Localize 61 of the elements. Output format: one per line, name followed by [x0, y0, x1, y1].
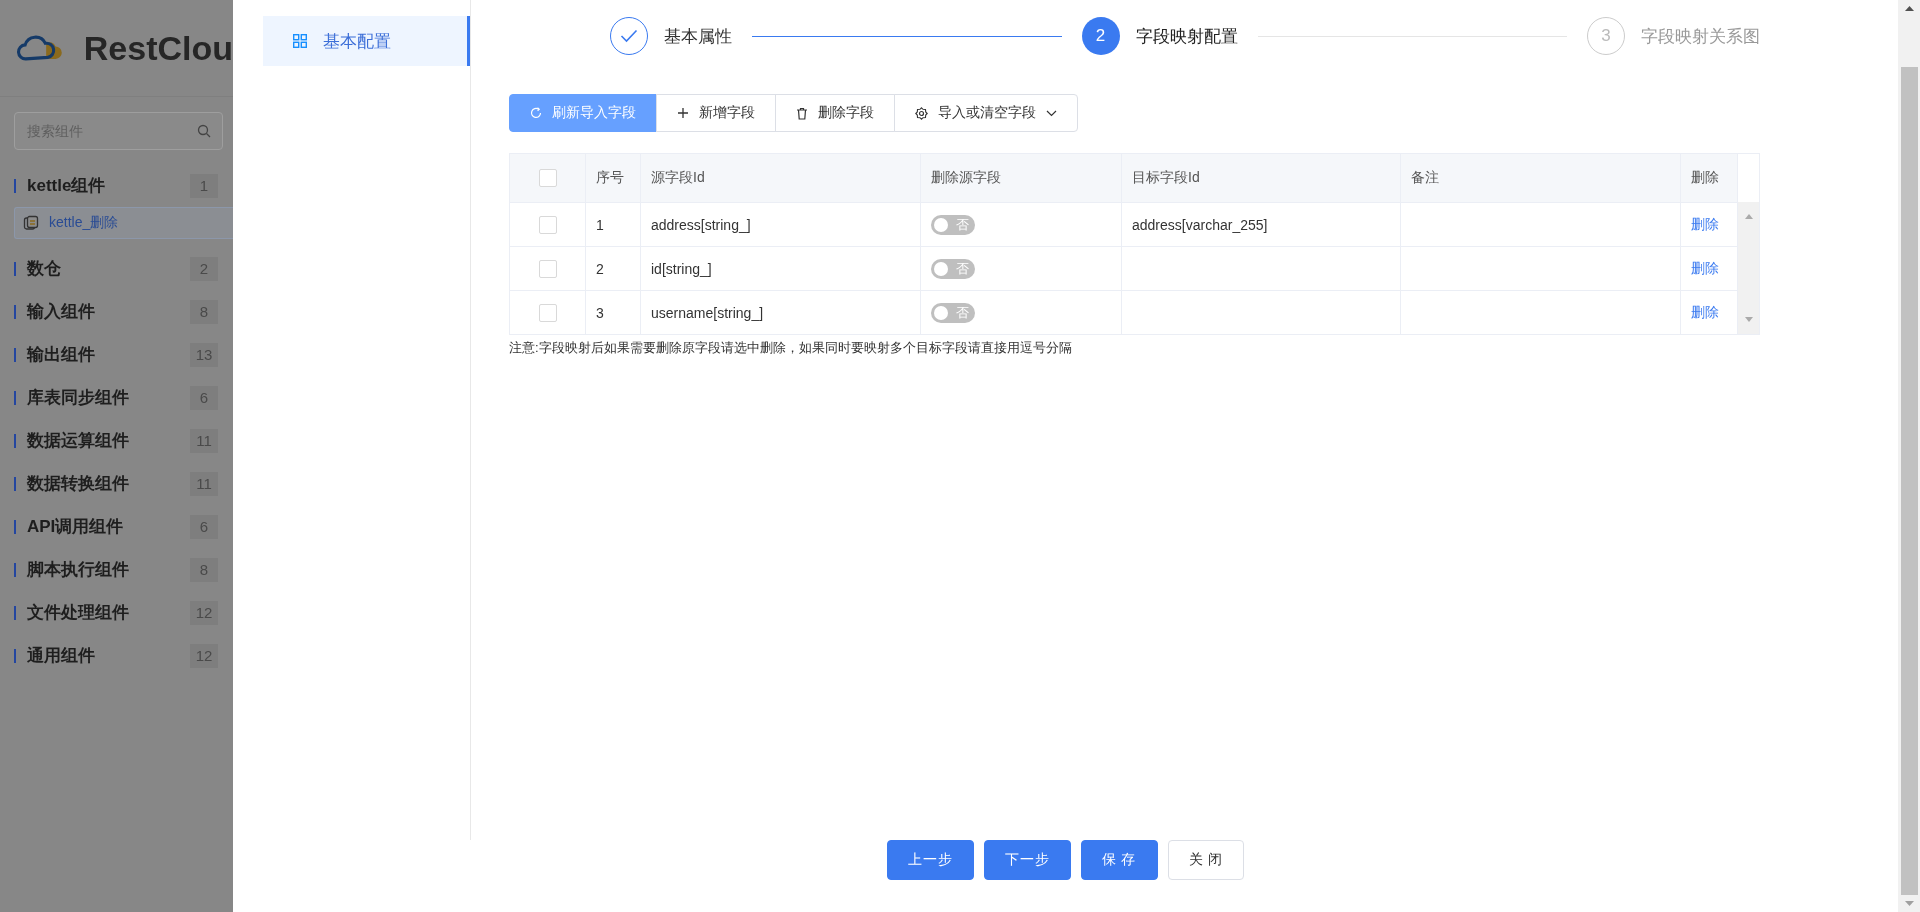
checkbox[interactable] — [538, 259, 557, 278]
category-title[interactable]: 数仓 — [14, 261, 61, 276]
category-title[interactable]: 通用组件 — [14, 648, 95, 663]
column-header: 删除 — [1691, 169, 1719, 187]
plus-icon — [677, 107, 689, 119]
category-title[interactable]: 数据运算组件 — [14, 433, 129, 448]
scrollbar[interactable] — [1898, 0, 1920, 912]
toolbar-button[interactable]: 删除字段 — [775, 94, 895, 132]
column-header: 删除源字段 — [931, 169, 1001, 187]
step-number: 2 — [1081, 17, 1120, 55]
scroll-up-arrow-icon[interactable] — [1904, 6, 1914, 11]
scroll-down-arrow-icon[interactable] — [1904, 901, 1914, 906]
category-title[interactable]: 脚本执行组件 — [14, 562, 129, 577]
toolbar-button[interactable]: 导入或清空字段 — [894, 94, 1078, 132]
scrollbar[interactable] — [1738, 202, 1759, 334]
menu-item[interactable]: 基本配置 — [263, 16, 470, 66]
document-icon — [23, 215, 39, 231]
step-title: 基本属性 — [664, 25, 732, 48]
category-title[interactable]: kettle组件 — [14, 178, 106, 193]
checkbox[interactable] — [538, 303, 557, 322]
delete-link[interactable]: 删除 — [1691, 259, 1719, 278]
table-cell: 3 — [596, 304, 604, 321]
column-header: 序号 — [596, 169, 624, 187]
table-cell: username[string_] — [651, 304, 764, 321]
footer-button[interactable]: 保 存 — [1080, 840, 1158, 880]
footer-button[interactable]: 关 闭 — [1167, 840, 1245, 880]
search-icon — [197, 124, 211, 138]
category-title[interactable]: API调用组件 — [14, 519, 124, 534]
component-item[interactable]: kettle_删除 — [14, 207, 233, 239]
refresh-icon — [530, 107, 542, 119]
category-title[interactable]: 输出组件 — [14, 347, 95, 362]
gear-icon — [915, 106, 928, 120]
column-header: 源字段Id — [651, 169, 705, 187]
note-text: 注意:字段映射后如果需要删除原字段请选中删除，如果同时要映射多个目标字段请直接用逗号分隔 — [509, 339, 1073, 357]
column-header: 目标字段Id — [1132, 169, 1200, 187]
logo-text: RestClou — [83, 28, 233, 68]
table-cell: address[string_] — [651, 216, 751, 233]
footer-button[interactable]: 下一步 — [983, 840, 1071, 880]
delete-link[interactable]: 删除 — [1691, 215, 1719, 234]
scrollbar-thumb[interactable] — [1900, 67, 1918, 895]
chevron-down-icon — [1046, 109, 1057, 117]
step-title: 字段映射关系图 — [1641, 25, 1760, 48]
toolbar-button[interactable]: 新增字段 — [656, 94, 776, 132]
column-header: 备注 — [1411, 169, 1439, 187]
toolbar-button[interactable]: 刷新导入字段 — [509, 94, 657, 132]
category-title[interactable]: 数据转换组件 — [14, 476, 129, 491]
scroll-down-arrow-icon[interactable] — [1744, 317, 1753, 322]
category-title[interactable]: 库表同步组件 — [14, 390, 129, 405]
trash-icon — [796, 106, 808, 120]
grid-icon — [293, 34, 307, 48]
checkbox[interactable] — [538, 169, 557, 187]
category-title[interactable]: 输入组件 — [14, 304, 95, 319]
step-title: 字段映射配置 — [1135, 25, 1238, 48]
category-title[interactable]: 文件处理组件 — [14, 605, 129, 620]
table-cell: address[varchar_255] — [1132, 216, 1268, 233]
delete-link[interactable]: 删除 — [1691, 303, 1719, 322]
table-cell: 2 — [596, 260, 604, 277]
checkbox[interactable] — [538, 215, 557, 234]
footer-button[interactable]: 上一步 — [886, 840, 974, 880]
table-cell: 1 — [596, 216, 604, 233]
table-cell: id[string_] — [651, 260, 712, 277]
